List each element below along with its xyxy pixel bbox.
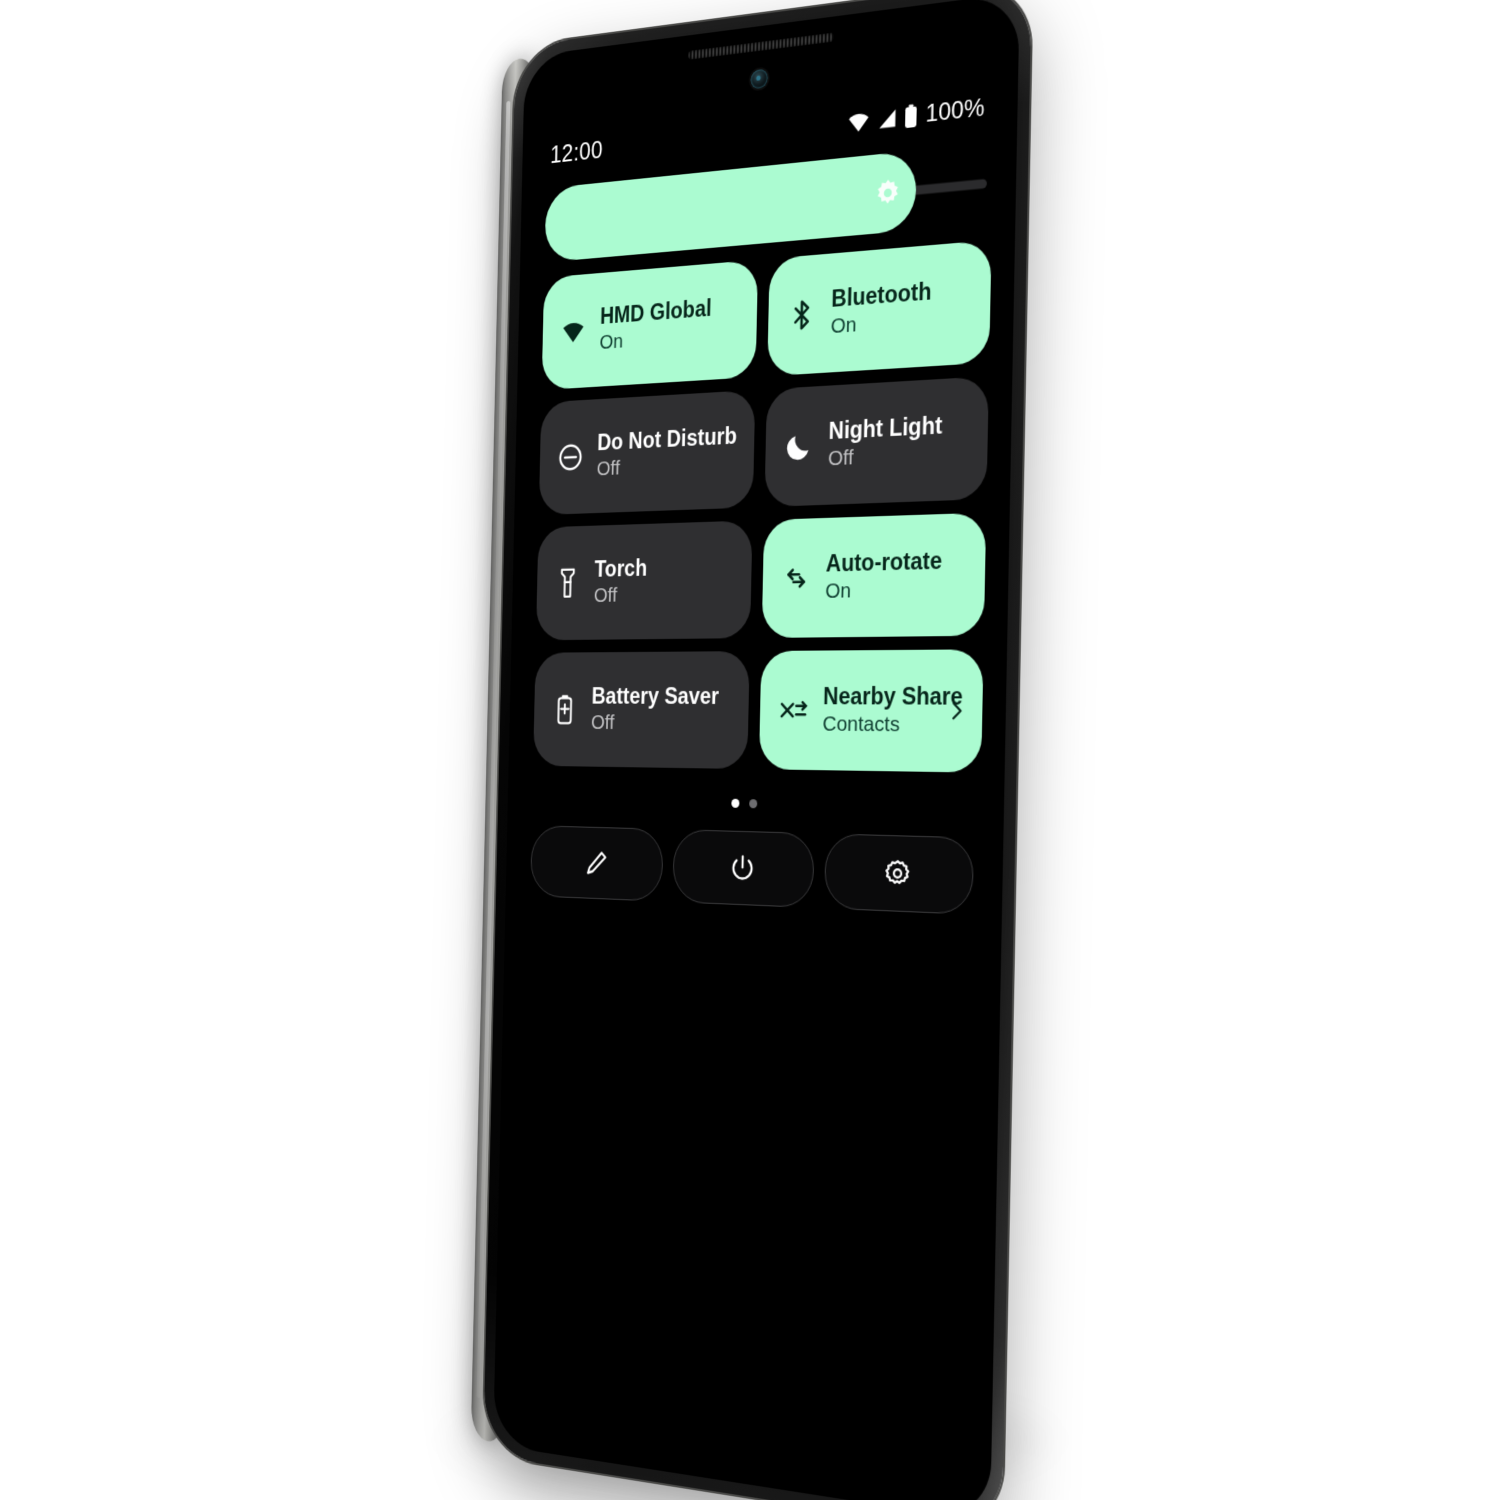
quick-settings-footer	[530, 825, 975, 915]
page-dot-1[interactable]	[730, 798, 740, 808]
earpiece-speaker	[688, 32, 834, 60]
page-dot-2[interactable]	[748, 798, 757, 808]
tile-battery-saver[interactable]: Battery Saver Off	[533, 651, 751, 770]
battery-icon	[904, 103, 918, 129]
tile-bluetooth[interactable]: Bluetooth On	[767, 240, 992, 377]
tile-bluetooth-text: Bluetooth On	[830, 278, 932, 339]
tile-nearby-share[interactable]: Nearby Share Contacts	[759, 649, 984, 773]
tile-label: Do Not Disturb	[597, 423, 738, 456]
moon-icon	[783, 429, 815, 465]
bluetooth-icon	[786, 297, 818, 333]
tile-label: Night Light	[828, 412, 943, 445]
tile-battery-saver-text: Battery Saver Off	[590, 683, 720, 735]
tile-auto-rotate-text: Auto-rotate On	[825, 547, 943, 604]
brightness-sun-icon	[873, 176, 902, 209]
settings-button[interactable]	[823, 833, 975, 915]
battery-percentage-label: 100%	[925, 93, 985, 129]
device-body: 12:00 100% HMD Global On Bluetooth On Do…	[483, 0, 1032, 1500]
front-camera	[750, 68, 768, 90]
tile-state: On	[830, 313, 857, 339]
tile-torch[interactable]: Torch Off	[535, 520, 753, 641]
chevron-right-icon[interactable]	[945, 699, 967, 722]
tile-state: On	[825, 579, 852, 604]
cellular-signal-icon	[877, 108, 898, 131]
tile-wifi-text: HMD Global On	[599, 295, 712, 354]
tile-label: Battery Saver	[591, 683, 720, 710]
tile-wifi[interactable]: HMD Global On	[541, 259, 759, 391]
quick-settings-panel: HMD Global On Bluetooth On Do Not Distur…	[506, 140, 1017, 916]
edit-tiles-button[interactable]	[530, 825, 664, 902]
status-bar-clock: 12:00	[549, 135, 604, 169]
tile-state: Off	[593, 584, 618, 607]
tile-state: Off	[827, 446, 854, 471]
tile-do-not-disturb-text: Do Not Disturb Off	[596, 423, 738, 481]
tile-torch-text: Torch Off	[593, 555, 648, 607]
tile-label: Nearby Share	[822, 683, 964, 711]
flashlight-icon	[553, 567, 582, 600]
nearby-share-icon	[778, 693, 810, 727]
auto-rotate-icon	[781, 561, 813, 596]
wifi-icon	[559, 314, 588, 349]
battery-saver-icon	[550, 693, 579, 726]
tile-state: Off	[596, 457, 621, 481]
status-bar-icons: 100%	[846, 94, 985, 138]
tile-state: Contacts	[822, 712, 900, 737]
tile-do-not-disturb[interactable]: Do Not Disturb Off	[538, 389, 756, 516]
power-button[interactable]	[672, 829, 815, 909]
tile-state: Off	[590, 711, 615, 734]
gear-icon	[883, 858, 912, 890]
tile-label: Bluetooth	[831, 278, 932, 313]
tile-auto-rotate[interactable]: Auto-rotate On	[761, 512, 986, 638]
tile-night-light-text: Night Light Off	[827, 412, 943, 471]
tile-label: Torch	[594, 555, 648, 583]
pencil-icon	[583, 848, 609, 878]
power-icon	[729, 853, 756, 884]
status-bar: 12:00 100%	[522, 84, 1018, 178]
smartphone-device: 12:00 100% HMD Global On Bluetooth On Do…	[470, 0, 1032, 1500]
wifi-icon	[846, 111, 870, 134]
tile-night-light[interactable]: Night Light Off	[764, 376, 989, 507]
body-gloss-right	[933, 0, 1032, 1500]
tile-nearby-share-text: Nearby Share Contacts	[822, 683, 964, 737]
screenshot-stage: 12:00 100% HMD Global On Bluetooth On Do…	[0, 0, 1500, 1500]
page-indicator	[532, 791, 975, 817]
device-screen: 12:00 100% HMD Global On Bluetooth On Do…	[493, 0, 1020, 1500]
do-not-disturb-icon	[556, 440, 585, 474]
tile-label: Auto-rotate	[825, 547, 943, 577]
quick-settings-tile-grid: HMD Global On Bluetooth On Do Not Distur…	[533, 240, 992, 773]
